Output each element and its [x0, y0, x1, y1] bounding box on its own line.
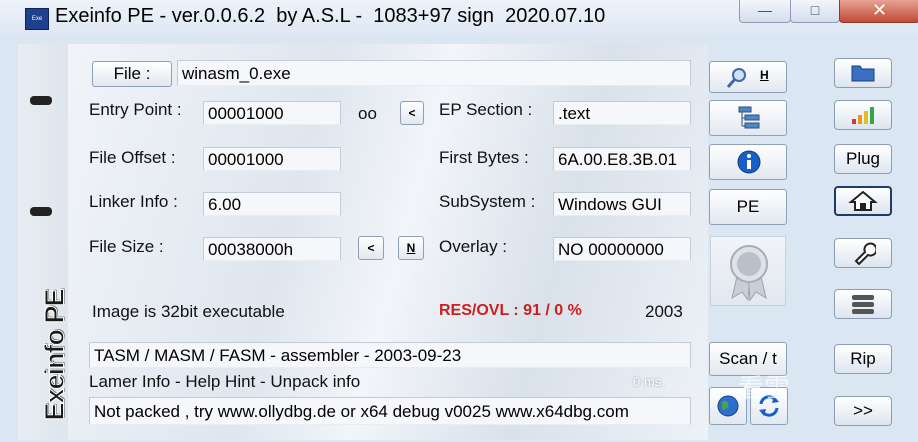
search-hotkey-label: H — [760, 68, 769, 82]
file-size-prev-button[interactable]: < — [358, 236, 384, 260]
image-info-text: Image is 32bit executable — [92, 302, 285, 321]
plug-button[interactable]: Plug — [834, 144, 892, 174]
first-bytes-label: First Bytes : — [439, 148, 529, 167]
wrench-icon — [854, 242, 878, 266]
subsystem-field[interactable]: Windows GUI — [553, 192, 691, 216]
folder-icon — [851, 65, 875, 82]
overlay-label: Overlay : — [439, 237, 508, 256]
next-button[interactable]: >> — [834, 396, 892, 426]
close-button[interactable]: ✕ — [839, 0, 918, 23]
ep-section-label: EP Section : — [439, 100, 533, 119]
globe-icon — [717, 395, 739, 417]
pin-decoration — [30, 207, 52, 216]
award-panel — [710, 236, 786, 306]
lamer-info-link[interactable]: Lamer Info - Help Hint - Unpack info — [89, 372, 360, 392]
first-bytes-field[interactable]: 6A.00.E8.3B.01 — [553, 147, 691, 171]
subsystem-label: SubSystem : — [439, 192, 536, 211]
detection-field[interactable]: TASM / MASM / FASM - assembler - 2003-09… — [89, 342, 691, 368]
app-icon[interactable]: Exe — [25, 8, 49, 30]
signal-bars-icon — [852, 107, 874, 124]
home-icon — [848, 190, 878, 211]
file-name-field[interactable]: winasm_0.exe — [177, 60, 691, 86]
ep-section-field[interactable]: .text — [553, 101, 691, 125]
pin-decoration — [30, 96, 52, 105]
award-ribbon-icon — [730, 245, 768, 302]
year-text: 2003 — [645, 302, 683, 321]
tree-list-icon — [738, 106, 760, 129]
menu-button[interactable] — [834, 289, 892, 319]
entry-point-field[interactable]: 00001000 — [203, 101, 341, 125]
title-bar[interactable]: Exe Exeinfo PE - ver.0.0.6.2 by A.S.L - … — [0, 0, 918, 36]
file-button[interactable]: File : — [92, 61, 172, 87]
linker-info-field[interactable]: 6.00 — [203, 192, 341, 216]
watermark-text: 看雪 — [738, 373, 791, 403]
entry-point-prev-button[interactable]: < — [400, 101, 424, 125]
tools-button[interactable] — [834, 238, 892, 268]
res-ovl-text: RES/OVL : 91 / 0 % — [439, 302, 582, 319]
oo-label: oo — [358, 104, 377, 123]
brand-text: Exeinfo PE — [39, 289, 70, 421]
window-title: Exeinfo PE - ver.0.0.6.2 by A.S.L - 1083… — [55, 5, 606, 27]
section-viewer-button[interactable] — [709, 100, 787, 136]
exeinfo-window: Exe Exeinfo PE - ver.0.0.6.2 by A.S.L - … — [0, 0, 918, 442]
maximize-button[interactable]: □ — [790, 0, 840, 23]
overlay-field[interactable]: NO 00000000 — [553, 237, 691, 261]
file-size-field[interactable]: 00038000h — [203, 237, 341, 261]
linker-info-label: Linker Info : — [89, 192, 178, 211]
file-offset-label: File Offset : — [89, 148, 176, 167]
pe-button[interactable]: PE — [709, 189, 787, 225]
search-button[interactable]: H — [709, 61, 787, 93]
rip-button[interactable]: Rip — [834, 344, 892, 374]
magnifier-icon — [726, 68, 746, 88]
minimize-button[interactable]: — — [739, 0, 791, 23]
file-size-label: File Size : — [89, 237, 164, 256]
stats-button[interactable] — [834, 100, 892, 130]
info-button[interactable] — [709, 144, 787, 180]
home-button[interactable] — [834, 186, 892, 216]
scan-time-text: 0 ms. — [633, 374, 665, 389]
stack-lines-icon — [852, 295, 874, 314]
file-size-n-button[interactable]: N — [398, 236, 424, 260]
file-offset-field[interactable]: 00001000 — [203, 147, 341, 171]
entry-point-label: Entry Point : — [89, 100, 182, 119]
brand-logo: Exeinfo PE — [38, 280, 72, 430]
hint-field[interactable]: Not packed , try www.ollydbg.de or x64 d… — [89, 397, 691, 425]
info-icon — [737, 150, 761, 174]
open-folder-button[interactable] — [834, 58, 892, 88]
